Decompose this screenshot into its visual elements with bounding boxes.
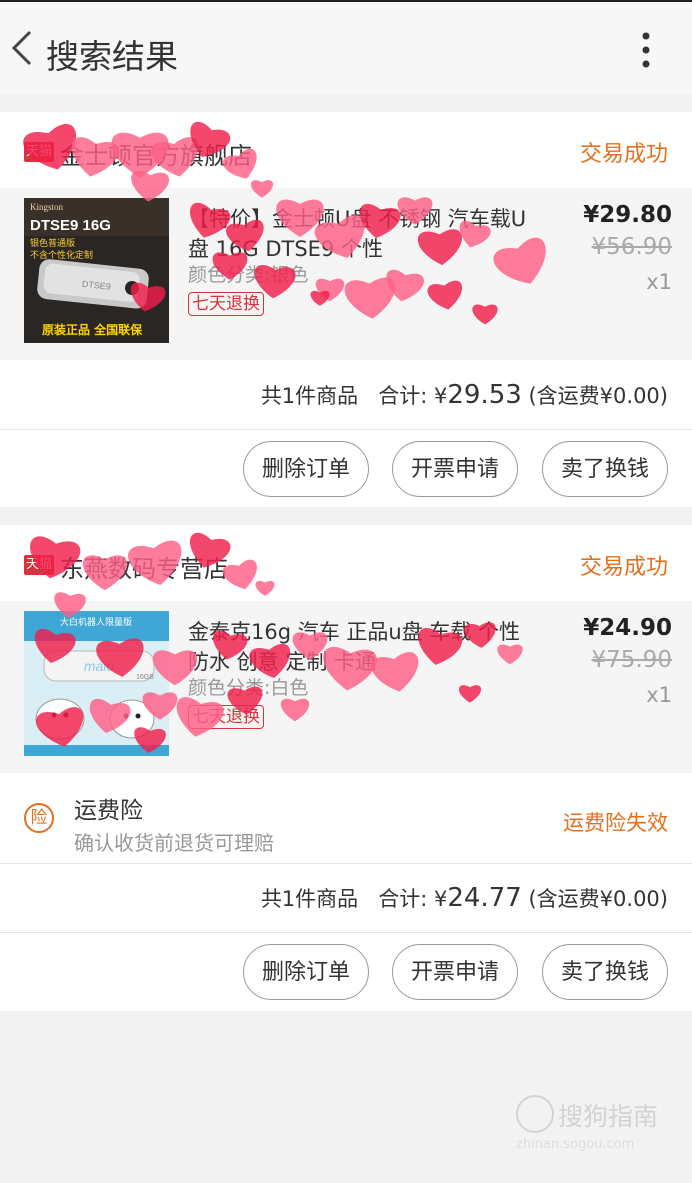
total-currency: ¥: [433, 887, 448, 911]
item-sku: 颜色分类:白色: [188, 677, 309, 699]
shop-name[interactable]: 金士顿官方旗舰店: [60, 136, 252, 171]
thumb-size: 16GB: [136, 674, 154, 681]
shop-row[interactable]: 天猫 金士顿官方旗舰店 交易成功: [0, 112, 692, 188]
insurance-description: 确认收货前退货可理赔: [74, 831, 274, 855]
seven-day-return-tag: 七天退换: [188, 292, 264, 316]
sogou-watermark: 搜狗指南 zhinan.sogou.com: [516, 1095, 676, 1157]
thumb-banner: 大白机器人限量版: [60, 616, 132, 628]
order-status: 交易成功: [579, 142, 668, 167]
insurance-title: 运费险: [74, 798, 143, 824]
sogou-logo-icon: [516, 1095, 554, 1133]
thumb-line1: 银色普通版: [30, 237, 75, 249]
total-amount: 24.77: [447, 883, 522, 913]
item-count: 共1件商品: [260, 384, 359, 408]
order-summary: 共1件商品 合计: ¥24.77 (含运费¥0.00): [0, 863, 692, 933]
order-actions: 删除订单 开票申请 卖了换钱: [0, 934, 692, 1010]
tmall-badge: 天猫: [24, 142, 54, 162]
order-status: 交易成功: [579, 555, 668, 580]
thumb-brand: maio: [84, 658, 115, 674]
shipping-note: (含运费¥0.00): [528, 384, 668, 408]
product-thumbnail[interactable]: Kingston DTSE9 16G 银色普通版 不含个性化定制 DTSE9 原…: [24, 198, 169, 343]
total-label: 合计:: [378, 887, 428, 911]
order-card: 天猫 东燕数码专营店 交易成功 大白机器人限量版 maio 16GB 金泰克16…: [0, 525, 692, 1011]
order-card: 天猫 金士顿官方旗舰店 交易成功 Kingston DTSE9 16G 银色普通…: [0, 112, 692, 507]
total-currency: ¥: [433, 384, 448, 408]
invoice-request-button[interactable]: 开票申请: [392, 944, 518, 1000]
item-quantity: x1: [646, 683, 672, 707]
thumb-line2: 不含个性化定制: [30, 249, 93, 261]
tmall-badge: 天猫: [24, 555, 54, 575]
item-price: ¥29.80: [583, 202, 672, 228]
top-bar: 搜索结果: [0, 0, 692, 94]
item-price: ¥24.90: [583, 615, 672, 641]
thumb-brand: Kingston: [30, 202, 64, 212]
watermark-text: 搜狗指南: [558, 1102, 659, 1131]
order-summary: 共1件商品 合计: ¥29.53 (含运费¥0.00): [0, 360, 692, 430]
more-vertical-icon[interactable]: [636, 30, 656, 70]
item-original-price: ¥56.90: [591, 234, 672, 260]
watermark-url: zhinan.sogou.com: [516, 1137, 635, 1152]
shipping-insurance-row[interactable]: 险 运费险 确认收货前退货可理赔 运费险失效: [0, 773, 692, 864]
total-label: 合计:: [378, 384, 428, 408]
shipping-note: (含运费¥0.00): [528, 887, 668, 911]
insurance-status: 运费险失效: [563, 811, 668, 835]
item-count: 共1件商品: [260, 887, 359, 911]
resell-button[interactable]: 卖了换钱: [542, 441, 668, 497]
order-item[interactable]: 大白机器人限量版 maio 16GB 金泰克16g 汽车 正品u盘 车载 个性 …: [0, 601, 692, 773]
item-sku: 颜色分类:银色: [188, 264, 309, 286]
order-actions: 删除订单 开票申请 卖了换钱: [0, 431, 692, 507]
total-amount: 29.53: [447, 380, 522, 410]
item-original-price: ¥75.90: [591, 647, 672, 673]
resell-button[interactable]: 卖了换钱: [542, 944, 668, 1000]
order-item[interactable]: Kingston DTSE9 16G 银色普通版 不含个性化定制 DTSE9 原…: [0, 188, 692, 360]
thumb-bottom: 原装正品 全国联保: [42, 322, 143, 337]
seven-day-return-tag: 七天退换: [188, 705, 264, 729]
product-thumbnail[interactable]: 大白机器人限量版 maio 16GB: [24, 611, 169, 756]
thumb-model: DTSE9 16G: [30, 217, 111, 234]
invoice-request-button[interactable]: 开票申请: [392, 441, 518, 497]
page-title: 搜索结果: [46, 37, 178, 76]
insurance-badge-icon: 险: [24, 803, 54, 833]
chevron-left-icon[interactable]: [8, 28, 34, 68]
delete-order-button[interactable]: 删除订单: [243, 441, 369, 497]
delete-order-button[interactable]: 删除订单: [243, 944, 369, 1000]
shop-name[interactable]: 东燕数码专营店: [60, 549, 228, 584]
item-quantity: x1: [646, 270, 672, 294]
shop-row[interactable]: 天猫 东燕数码专营店 交易成功: [0, 525, 692, 601]
